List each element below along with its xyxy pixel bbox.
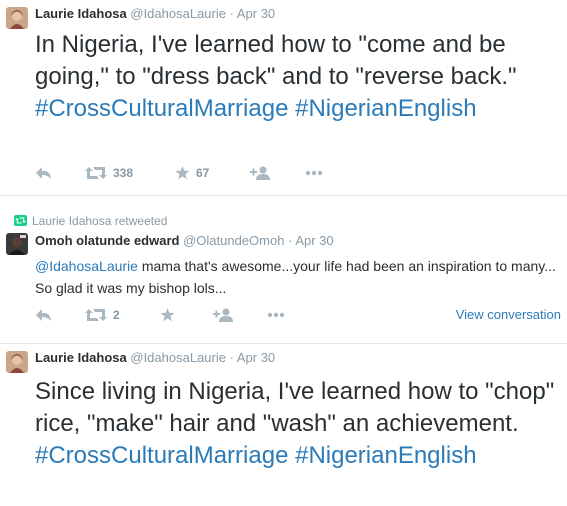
follow-user-icon <box>213 308 233 322</box>
avatar[interactable] <box>6 233 28 255</box>
tweet-text: In Nigeria, I've learned how to "come an… <box>35 29 560 125</box>
tweet-header: Laurie Idahosa @IdahosaLaurie · Apr 30 <box>35 6 275 22</box>
more-dots-icon <box>305 170 323 176</box>
tweet-actions: 2 View conversation <box>35 304 565 326</box>
user-name[interactable]: Laurie Idahosa <box>35 6 127 21</box>
tweet-date[interactable]: Apr 30 <box>237 6 275 21</box>
tweet[interactable]: Laurie Idahosa @IdahosaLaurie · Apr 30 S… <box>0 344 567 506</box>
tweet-date[interactable]: Apr 30 <box>237 350 275 365</box>
retweet-count: 2 <box>113 308 120 322</box>
tweet-text-body: In Nigeria, I've learned how to "come an… <box>35 31 517 90</box>
favorite-button[interactable] <box>160 306 175 324</box>
view-conversation-link[interactable]: View conversation <box>456 307 561 322</box>
separator-dot: · <box>288 233 293 248</box>
star-icon <box>160 308 175 322</box>
separator-dot: · <box>229 6 234 21</box>
reply-button[interactable] <box>35 164 52 182</box>
more-button[interactable] <box>305 164 323 182</box>
star-icon <box>175 166 190 180</box>
hashtag-link[interactable]: #NigerianEnglish <box>295 95 476 122</box>
tweet-text: Since living in Nigeria, I've learned ho… <box>35 376 560 472</box>
retweet-button[interactable]: 338 <box>85 164 133 182</box>
follow-user-icon <box>250 166 270 180</box>
user-handle[interactable]: @IdahosaLaurie <box>130 6 226 21</box>
favorite-button[interactable]: 67 <box>175 164 209 182</box>
retweet-icon <box>14 215 27 226</box>
follow-button[interactable] <box>213 306 233 324</box>
retweet-button[interactable]: 2 <box>85 306 120 324</box>
tweet-actions: 338 67 <box>35 162 565 184</box>
hashtag-link[interactable]: #NigerianEnglish <box>295 442 476 469</box>
user-name[interactable]: Omoh olatunde edward <box>35 233 179 248</box>
reply-icon <box>35 166 52 180</box>
user-handle[interactable]: @IdahosaLaurie <box>130 350 226 365</box>
tweet-text: @IdahosaLaurie mama that's awesome...you… <box>35 255 560 299</box>
follow-button[interactable] <box>250 164 270 182</box>
retweet-icon <box>85 166 107 180</box>
retweet-count: 338 <box>113 166 134 180</box>
mention-link[interactable]: @IdahosaLaurie <box>35 258 138 274</box>
tweet-header: Omoh olatunde edward @OlatundeOmoh · Apr… <box>35 233 334 249</box>
more-button[interactable] <box>267 306 285 324</box>
retweeted-by-text[interactable]: Laurie Idahosa retweeted <box>32 214 167 228</box>
more-dots-icon <box>267 312 285 318</box>
tweet[interactable]: Laurie Idahosa retweeted Omoh olatunde e… <box>0 196 567 343</box>
user-handle[interactable]: @OlatundeOmoh <box>183 233 284 248</box>
separator-dot: · <box>229 350 234 365</box>
tweet-header: Laurie Idahosa @IdahosaLaurie · Apr 30 <box>35 350 275 366</box>
tweet-date[interactable]: Apr 30 <box>295 233 333 248</box>
user-name[interactable]: Laurie Idahosa <box>35 350 127 365</box>
hashtag-link[interactable]: #CrossCulturalMarriage <box>35 442 288 469</box>
hashtag-link[interactable]: #CrossCulturalMarriage <box>35 95 288 122</box>
tweet-text-body: Since living in Nigeria, I've learned ho… <box>35 378 555 437</box>
retweet-icon <box>85 308 107 322</box>
avatar[interactable] <box>6 7 28 29</box>
retweet-context: Laurie Idahosa retweeted <box>14 214 167 228</box>
favorite-count: 67 <box>196 166 210 180</box>
tweet[interactable]: Laurie Idahosa @IdahosaLaurie · Apr 30 I… <box>0 0 567 195</box>
reply-icon <box>35 308 52 322</box>
avatar[interactable] <box>6 351 28 373</box>
reply-button[interactable] <box>35 306 52 324</box>
